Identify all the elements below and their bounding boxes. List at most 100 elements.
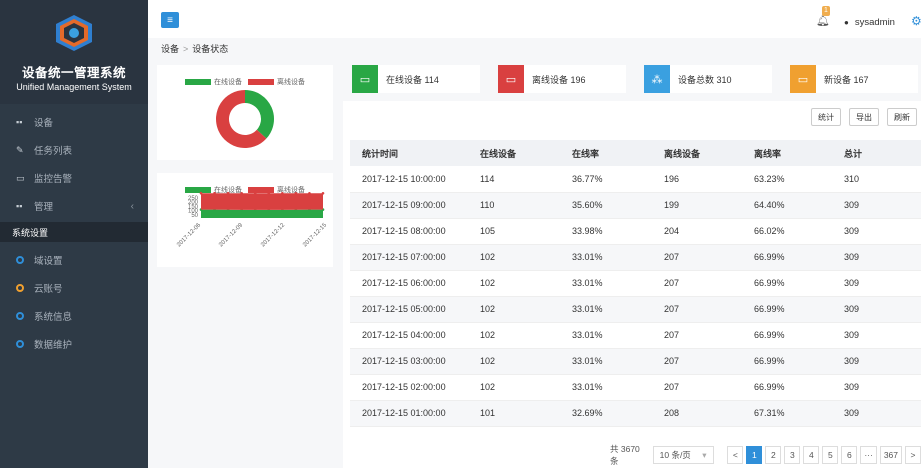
table-cell: 207 <box>652 296 742 323</box>
prev-page-button[interactable]: < <box>727 446 744 464</box>
printer-icon: ▭ <box>498 65 524 93</box>
sidebar-item-label: 管理 <box>34 202 54 213</box>
sidebar-item-system-info[interactable]: 系统信息 <box>0 302 148 330</box>
table-cell: 102 <box>468 348 560 375</box>
data-point[interactable] <box>253 191 257 195</box>
table-cell: 2017-12-15 04:00:00 <box>350 322 468 349</box>
table-cell: 33.01% <box>560 244 652 271</box>
next-page-button[interactable]: > <box>905 446 921 464</box>
column-header[interactable]: 统计时间 <box>350 140 468 166</box>
circle-icon <box>16 340 24 348</box>
page-button[interactable]: 2 <box>765 446 782 464</box>
table-cell: 67.31% <box>742 400 832 427</box>
table-row[interactable]: 2017-12-15 07:00:00 102 33.01% 207 66.99% 309 <box>350 244 921 271</box>
printer-icon: ▭ <box>352 65 378 93</box>
brand-name: 设备统一管理系统 <box>21 66 126 80</box>
data-point[interactable] <box>213 191 216 195</box>
card-new: ▭ 新设备 167 <box>790 65 918 93</box>
circle-icon <box>16 284 24 292</box>
hexagon-logo <box>56 15 92 51</box>
column-header[interactable]: 离线率 <box>742 140 832 166</box>
page-button[interactable]: 3 <box>784 446 801 464</box>
table-row[interactable]: 2017-12-15 03:00:00 102 33.01% 207 66.99% 309 <box>350 348 921 375</box>
column-header[interactable]: 离线设备 <box>652 140 742 166</box>
table-row[interactable]: 2017-12-15 04:00:00 102 33.01% 207 66.99% 309 <box>350 322 921 349</box>
page-button[interactable]: 4 <box>803 446 820 464</box>
table-row[interactable]: 2017-12-15 09:00:00 110 35.60% 199 64.40% 309 <box>350 192 921 219</box>
column-header[interactable]: 总计 <box>832 140 921 166</box>
table-row[interactable]: 2017-12-15 10:00:00 114 36.77% 196 63.23% 310 <box>350 166 921 193</box>
breadcrumb-root[interactable]: 设备 <box>161 44 179 54</box>
refresh-button[interactable]: 刷新 <box>887 108 917 126</box>
data-point[interactable] <box>294 191 298 195</box>
table-cell: 2017-12-15 02:00:00 <box>350 374 468 401</box>
data-point[interactable] <box>199 191 203 195</box>
data-point[interactable] <box>321 191 325 195</box>
card-label: 离线设备 196 <box>532 74 586 85</box>
data-point[interactable] <box>267 191 271 195</box>
page-button[interactable]: 5 <box>822 446 839 464</box>
data-point[interactable] <box>281 191 284 195</box>
username: sysadmin <box>854 17 895 28</box>
breadcrumb-current: 设备状态 <box>192 44 229 54</box>
legend-offline[interactable]: 离线设备 <box>248 77 305 87</box>
table-cell: 33.01% <box>560 322 652 349</box>
column-header[interactable]: 在线设备 <box>468 140 560 166</box>
data-point[interactable] <box>240 191 243 195</box>
page-button[interactable]: 367 <box>879 446 902 464</box>
table-cell: 33.01% <box>560 348 652 375</box>
edit-icon: ✎ <box>16 144 24 155</box>
page-ellipsis[interactable]: ··· <box>860 446 877 464</box>
sidebar-item-tasks[interactable]: ✎ 任务列表 <box>0 136 148 164</box>
page-button[interactable]: 1 <box>746 446 763 464</box>
table-cell: 35.60% <box>560 192 652 219</box>
table-row[interactable]: 2017-12-15 02:00:00 102 33.01% 207 66.99% 309 <box>350 374 921 401</box>
table-row[interactable]: 2017-12-15 01:00:00 101 32.69% 208 67.31% 309 <box>350 400 921 427</box>
table-cell: 2017-12-15 01:00:00 <box>350 400 468 427</box>
sidebar-item-label: 数据维护 <box>34 340 73 351</box>
table-cell: 204 <box>652 218 742 245</box>
stats-button[interactable]: 统计 <box>811 108 841 126</box>
legend-online[interactable]: 在线设备 <box>185 77 242 87</box>
page-size-select[interactable]: 10 条/页 ▾ <box>652 446 714 464</box>
export-button[interactable]: 导出 <box>849 108 879 126</box>
table-cell: 2017-12-15 09:00:00 <box>350 192 468 219</box>
notification-badge: 1 <box>822 6 830 16</box>
table-row[interactable]: 2017-12-15 08:00:00 105 33.98% 204 66.02% 309 <box>350 218 921 245</box>
table-row[interactable]: 2017-12-15 06:00:00 102 33.01% 207 66.99% 309 <box>350 270 921 297</box>
x-tick-label: 2017-12-09 <box>218 222 244 248</box>
sidebar-item-data-maintenance[interactable]: 数据维护 <box>0 330 148 358</box>
user-menu[interactable]: ● sysadmin <box>844 17 895 28</box>
sidebar-item-monitor[interactable]: ▭ 监控告警 <box>0 164 148 192</box>
grid-icon: ▪▪ <box>16 201 23 211</box>
table-cell: 2017-12-15 03:00:00 <box>350 348 468 375</box>
pie-slice[interactable] <box>245 90 274 139</box>
sidebar-item-label: 云账号 <box>34 284 63 295</box>
data-point[interactable] <box>308 191 311 195</box>
table-cell: 101 <box>468 400 560 427</box>
table-row[interactable]: 2017-12-15 05:00:00 102 33.01% 207 66.99% 309 <box>350 296 921 323</box>
sidebar-menu: ▪▪ 设备 ✎ 任务列表 ▭ 监控告警 ▪▪ 管理 ‹ 系统设置 域设置 云账号… <box>0 108 148 358</box>
gear-icon[interactable]: ⚙ <box>911 14 921 28</box>
table-cell: 105 <box>468 218 560 245</box>
column-header[interactable]: 在线率 <box>560 140 652 166</box>
table-cell: 102 <box>468 322 560 349</box>
card-label: 新设备 167 <box>824 74 869 85</box>
sidebar-item-domain[interactable]: 域设置 <box>0 246 148 274</box>
table-cell: 2017-12-15 08:00:00 <box>350 218 468 245</box>
card-online: ▭ 在线设备 114 <box>352 65 480 93</box>
sidebar-section-system[interactable]: 系统设置 <box>0 222 148 242</box>
donut-chart <box>216 90 274 148</box>
menu-toggle-button[interactable]: ≡ <box>161 12 179 28</box>
table-cell: 33.01% <box>560 270 652 297</box>
table-cell: 309 <box>832 244 921 271</box>
sidebar-item-manage[interactable]: ▪▪ 管理 ‹ <box>0 192 148 220</box>
page-button[interactable]: 6 <box>841 446 858 464</box>
data-point[interactable] <box>226 191 230 195</box>
table-cell: 33.01% <box>560 296 652 323</box>
sidebar-item-device[interactable]: ▪▪ 设备 <box>0 108 148 136</box>
sidebar-item-cloud-account[interactable]: 云账号 <box>0 274 148 302</box>
table-cell: 207 <box>652 348 742 375</box>
sidebar-item-label: 系统信息 <box>34 312 73 323</box>
brand-block: 设备统一管理系统 Unified Management System <box>0 0 148 104</box>
